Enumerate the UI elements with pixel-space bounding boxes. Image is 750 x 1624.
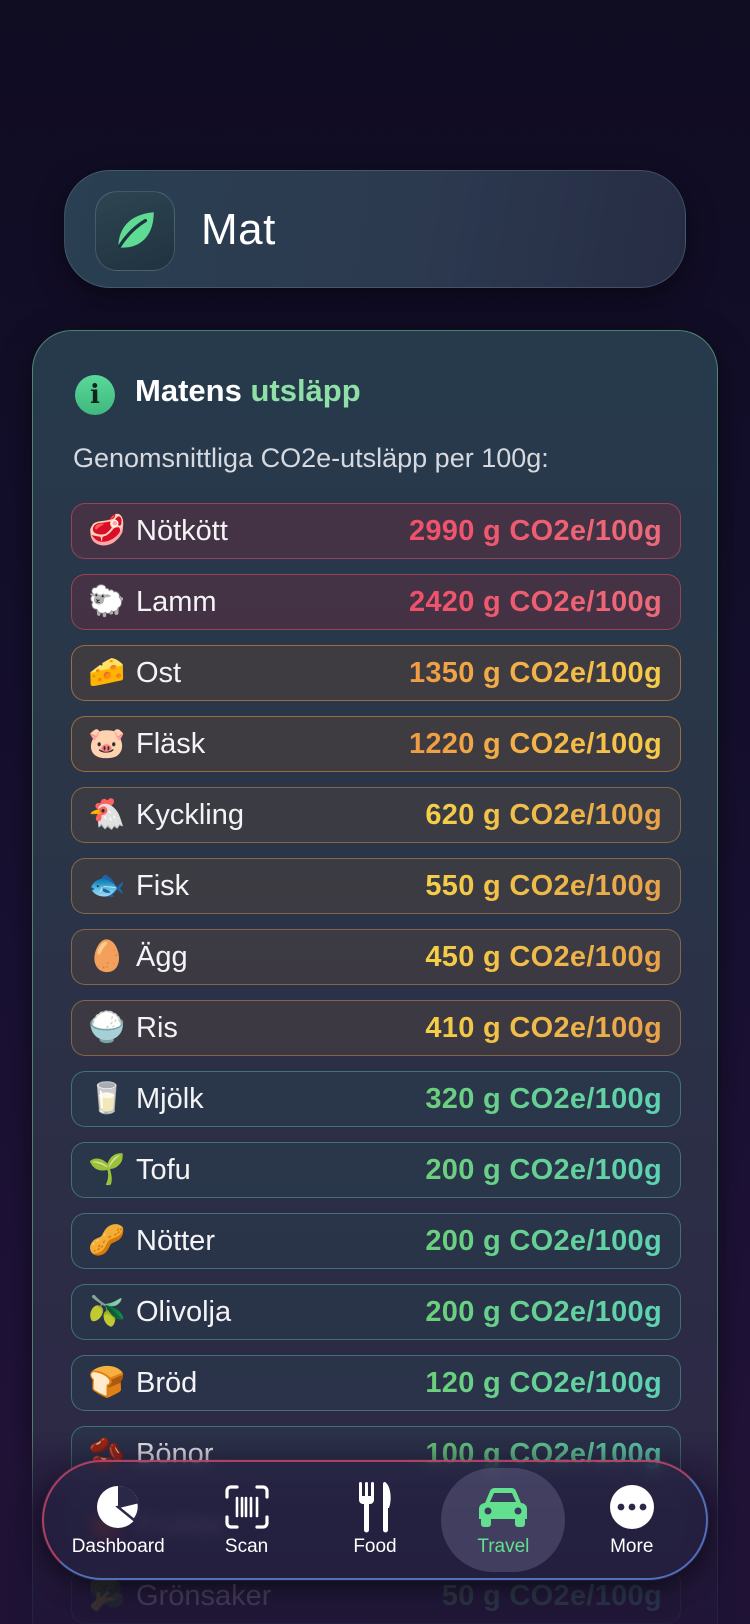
tab-label: Dashboard bbox=[71, 1536, 165, 1557]
food-row: 🐟 Fisk 550 g CO2e/100g bbox=[71, 858, 681, 914]
food-emission-value: 1350 g CO2e/100g bbox=[408, 656, 662, 689]
food-emission-value: 200 g CO2e/100g bbox=[425, 1295, 662, 1328]
emissions-card: i Matens utsläpp Genomsnittliga CO2e-uts… bbox=[32, 330, 718, 1624]
tab-label: Scan bbox=[224, 1536, 269, 1557]
card-subtitle: Genomsnittliga CO2e-utsläpp per 100g: bbox=[73, 443, 549, 473]
food-name: Tofu bbox=[136, 1153, 191, 1186]
food-emoji-icon: 🍚 bbox=[88, 1011, 126, 1044]
food-row: 🥚 Ägg 450 g CO2e/100g bbox=[71, 929, 681, 985]
food-emission-value: 2420 g CO2e/100g bbox=[408, 585, 662, 618]
food-name: Mjölk bbox=[136, 1082, 204, 1115]
food-emission-value: 200 g CO2e/100g bbox=[425, 1224, 662, 1257]
tab-scan[interactable]: Scan bbox=[185, 1468, 309, 1572]
food-emoji-icon: 🌱 bbox=[88, 1153, 126, 1186]
food-emoji-icon: 🐷 bbox=[88, 727, 126, 760]
tab-label: Travel bbox=[477, 1536, 530, 1557]
food-row: 🐔 Kyckling 620 g CO2e/100g bbox=[71, 787, 681, 843]
food-name: Olivolja bbox=[136, 1295, 232, 1328]
food-emission-value: 620 g CO2e/100g bbox=[425, 798, 662, 831]
pie-chart-icon bbox=[94, 1482, 142, 1532]
food-list: 🥩 Nötkött 2990 g CO2e/100g 🐑 Lamm 2420 g CO2e… bbox=[71, 503, 681, 1624]
page-title: Mat bbox=[201, 205, 276, 254]
barcode-scan-icon bbox=[224, 1482, 270, 1532]
food-row: 🌱 Tofu 200 g CO2e/100g bbox=[71, 1142, 681, 1198]
food-emission-value: 120 g CO2e/100g bbox=[425, 1366, 662, 1399]
food-emoji-icon: 🐟 bbox=[88, 869, 126, 902]
tab-more[interactable]: More bbox=[570, 1468, 694, 1572]
tab-bar: Dashboard Scan Food Travel More bbox=[42, 1460, 708, 1580]
food-emoji-icon: 🐔 bbox=[88, 798, 126, 831]
food-emoji-icon: 🐑 bbox=[88, 585, 126, 618]
food-name: Ost bbox=[136, 656, 182, 689]
food-row: 🥜 Nötter 200 g CO2e/100g bbox=[71, 1213, 681, 1269]
food-row: 🫒 Olivolja 200 g CO2e/100g bbox=[71, 1284, 681, 1340]
card-title-part2: utsläpp bbox=[250, 373, 361, 408]
food-emoji-icon: 🫒 bbox=[88, 1295, 126, 1328]
food-name: Bröd bbox=[136, 1366, 198, 1399]
food-emission-value: 2990 g CO2e/100g bbox=[408, 514, 662, 547]
food-emoji-icon: 🥚 bbox=[88, 940, 126, 973]
food-row: 🍚 Ris 410 g CO2e/100g bbox=[71, 1000, 681, 1056]
food-row: 🍞 Bröd 120 g CO2e/100g bbox=[71, 1355, 681, 1411]
food-row: 🧀 Ost 1350 g CO2e/100g bbox=[71, 645, 681, 701]
tab-label: Food bbox=[353, 1536, 397, 1557]
tab-dashboard[interactable]: Dashboard bbox=[56, 1468, 180, 1572]
food-emoji-icon: 🥛 bbox=[88, 1082, 126, 1115]
food-name: Ägg bbox=[136, 940, 188, 973]
tab-travel[interactable]: Travel bbox=[441, 1468, 566, 1572]
food-name: Nötter bbox=[136, 1224, 215, 1257]
food-emoji-icon: 🧀 bbox=[88, 656, 126, 689]
food-name: Kyckling bbox=[136, 798, 244, 831]
header-card: Mat bbox=[64, 170, 686, 288]
food-emoji-icon: 🥦 bbox=[88, 1579, 126, 1612]
food-row: 🐷 Fläsk 1220 g CO2e/100g bbox=[71, 716, 681, 772]
fork-knife-icon bbox=[355, 1482, 395, 1533]
food-name: Ris bbox=[136, 1011, 178, 1044]
food-emission-value: 450 g CO2e/100g bbox=[425, 940, 662, 973]
info-icon: i bbox=[75, 375, 115, 415]
food-emission-value: 1220 g CO2e/100g bbox=[408, 727, 662, 760]
food-name: Fläsk bbox=[136, 727, 206, 760]
tab-label: More bbox=[610, 1536, 654, 1557]
food-row: 🥛 Mjölk 320 g CO2e/100g bbox=[71, 1071, 681, 1127]
card-title-part1: Matens bbox=[135, 373, 242, 408]
tab-food[interactable]: Food bbox=[313, 1468, 437, 1572]
more-icon bbox=[608, 1482, 656, 1532]
food-name: Grönsaker bbox=[136, 1579, 272, 1612]
food-name: Nötkött bbox=[136, 514, 228, 547]
food-emission-value: 410 g CO2e/100g bbox=[425, 1011, 662, 1044]
car-icon bbox=[475, 1482, 531, 1532]
food-emoji-icon: 🥩 bbox=[88, 514, 126, 547]
card-title: Matens utsläpp bbox=[135, 373, 361, 409]
food-emission-value: 200 g CO2e/100g bbox=[425, 1153, 662, 1186]
leaf-icon bbox=[95, 191, 175, 271]
food-emission-value: 50 g CO2e/100g bbox=[441, 1579, 662, 1612]
food-row: 🥩 Nötkött 2990 g CO2e/100g bbox=[71, 503, 681, 559]
food-emoji-icon: 🍞 bbox=[88, 1366, 126, 1399]
food-row: 🐑 Lamm 2420 g CO2e/100g bbox=[71, 574, 681, 630]
food-name: Lamm bbox=[136, 585, 217, 618]
food-emoji-icon: 🥜 bbox=[88, 1224, 126, 1257]
food-emission-value: 320 g CO2e/100g bbox=[425, 1082, 662, 1115]
food-emission-value: 550 g CO2e/100g bbox=[425, 869, 662, 902]
food-name: Fisk bbox=[136, 869, 190, 902]
